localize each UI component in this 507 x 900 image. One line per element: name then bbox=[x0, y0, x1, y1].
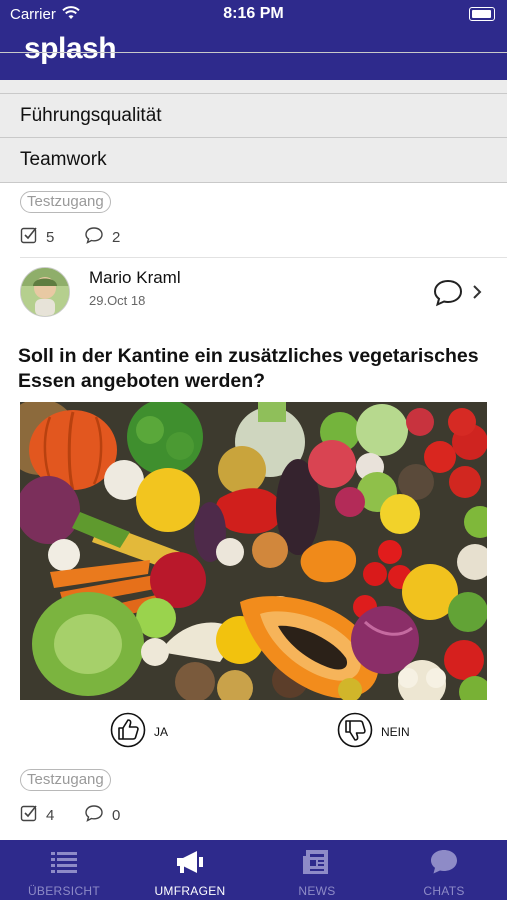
checkbox-icon bbox=[20, 226, 38, 248]
battery-icon bbox=[469, 7, 495, 21]
vote-yes-button[interactable]: JA bbox=[110, 712, 168, 751]
comment-icon bbox=[84, 804, 104, 826]
thumbs-up-icon bbox=[110, 712, 146, 751]
newspaper-icon bbox=[302, 848, 332, 876]
megaphone-icon bbox=[175, 848, 205, 876]
comment-count: 2 bbox=[112, 228, 121, 246]
author-name[interactable]: Mario Kraml bbox=[89, 268, 181, 288]
chat-bubble-icon bbox=[429, 848, 459, 876]
tab-bar: ÜBERSICHT UMFRAGEN NEWS CHATS bbox=[0, 840, 507, 900]
poll-option[interactable]: Führungsqualität bbox=[0, 93, 507, 136]
list-icon bbox=[49, 848, 79, 876]
vote-no-label: NEIN bbox=[381, 724, 410, 739]
thumbs-down-icon bbox=[337, 712, 373, 751]
post-date: 29.Oct 18 bbox=[89, 293, 146, 308]
poll-option-clipped[interactable] bbox=[0, 52, 507, 95]
clock: 8:16 PM bbox=[223, 5, 284, 22]
avatar[interactable] bbox=[20, 267, 70, 317]
poll-option-label: Führungsqualität bbox=[20, 105, 162, 126]
vote-no-button[interactable]: NEIN bbox=[337, 712, 410, 751]
comment-count: 0 bbox=[112, 806, 121, 824]
checkbox-icon bbox=[20, 804, 38, 826]
access-tag: Testzugang bbox=[20, 191, 111, 213]
vote-count: 5 bbox=[46, 228, 55, 246]
tab-label: CHATS bbox=[423, 884, 465, 898]
poll-option-label: Teamwork bbox=[20, 149, 107, 170]
post-image[interactable] bbox=[20, 402, 487, 700]
divider bbox=[20, 257, 507, 258]
tab-polls[interactable]: UMFRAGEN bbox=[127, 840, 253, 900]
vote-yes-label: JA bbox=[154, 724, 169, 739]
comment-icon bbox=[84, 226, 104, 248]
post-actions[interactable] bbox=[433, 279, 489, 307]
comment-bubble-icon[interactable] bbox=[433, 279, 463, 312]
poll-options-list: Führungsqualität Teamwork bbox=[0, 52, 507, 183]
tab-label: NEWS bbox=[298, 884, 336, 898]
tab-label: ÜBERSICHT bbox=[27, 884, 101, 898]
poll-option[interactable]: Teamwork bbox=[0, 137, 507, 183]
tab-news[interactable]: NEWS bbox=[254, 840, 380, 900]
tab-label: UMFRAGEN bbox=[154, 884, 226, 898]
status-bar: Carrier 8:16 PM bbox=[0, 0, 507, 28]
access-tag: Testzugang bbox=[20, 769, 111, 791]
poll-question: Soll in der Kantine ein zusätzliches veg… bbox=[18, 345, 479, 392]
chevron-right-icon[interactable] bbox=[472, 284, 482, 305]
vote-count: 4 bbox=[46, 806, 55, 824]
tab-chats[interactable]: CHATS bbox=[381, 840, 507, 900]
tab-overview[interactable]: ÜBERSICHT bbox=[1, 840, 127, 900]
